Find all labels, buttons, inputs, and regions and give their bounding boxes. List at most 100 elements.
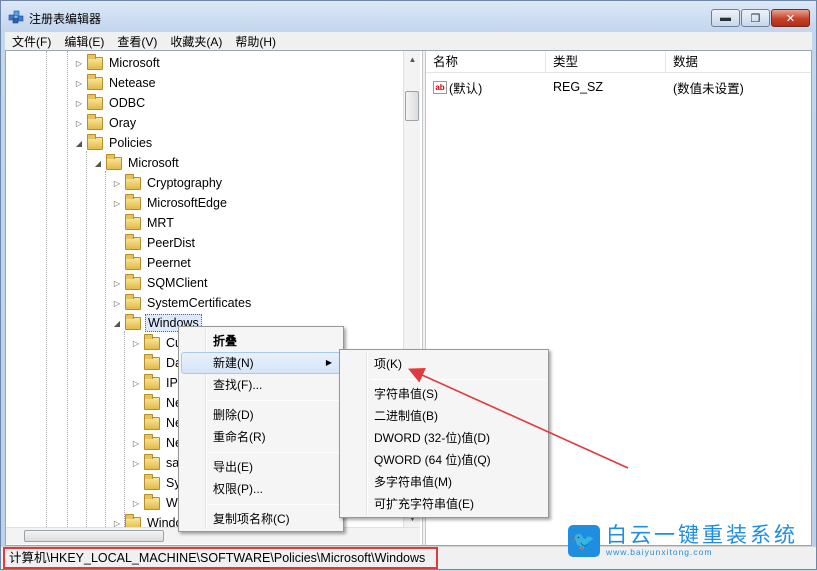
tree-node-systemcertificates[interactable]: ▷ SystemCertificates xyxy=(112,293,253,313)
column-header-name[interactable]: 名称 xyxy=(426,51,546,73)
tree-node-windows-child[interactable]: ▷ IP xyxy=(131,373,180,393)
folder-icon xyxy=(144,353,160,370)
tree-node-label: Microsoft xyxy=(128,156,179,170)
expand-arrow-icon[interactable]: ▷ xyxy=(112,179,122,188)
tree-node-peernet[interactable]: Peernet xyxy=(112,253,193,273)
expand-arrow-icon[interactable]: ▷ xyxy=(112,299,122,308)
tree-node-windows-child[interactable]: Ne xyxy=(131,413,184,433)
menu-view[interactable]: 查看(V) xyxy=(110,33,163,50)
value-type: REG_SZ xyxy=(553,80,604,94)
scroll-thumb[interactable] xyxy=(24,530,164,542)
expand-arrow-icon[interactable]: ▷ xyxy=(112,199,122,208)
tree-node-windows-child[interactable]: Ne xyxy=(131,393,184,413)
folder-icon xyxy=(87,73,103,90)
value-row[interactable]: ab (默认) REG_SZ (数值未设置) xyxy=(426,77,811,97)
menu-separator xyxy=(209,400,341,401)
tree-node-sqmclient[interactable]: ▷ SQMClient xyxy=(112,273,209,293)
scroll-up-icon[interactable]: ▲ xyxy=(404,51,421,68)
column-header-type[interactable]: 类型 xyxy=(546,51,666,73)
submenu-item-qword-value[interactable]: QWORD (64 位)值(Q) xyxy=(342,449,546,471)
tree-node-oray[interactable]: ▷ Oray xyxy=(74,113,138,133)
expand-arrow-icon[interactable]: ▷ xyxy=(131,459,141,468)
tree-node-microsoftedge[interactable]: ▷ MicrosoftEdge xyxy=(112,193,229,213)
collapse-arrow-icon[interactable]: ◢ xyxy=(93,159,103,168)
submenu-item-dword-value[interactable]: DWORD (32-位)值(D) xyxy=(342,427,546,449)
folder-icon xyxy=(125,213,141,230)
collapse-arrow-icon[interactable]: ◢ xyxy=(74,139,84,148)
menu-separator xyxy=(209,504,341,505)
expand-arrow-icon[interactable]: ▷ xyxy=(74,119,84,128)
folder-icon xyxy=(125,173,141,190)
bird-logo-icon: 🐦 xyxy=(568,525,600,557)
tree-node-windows-child[interactable]: ▷ Cu xyxy=(131,333,184,353)
tree-node-netease[interactable]: ▷ Netease xyxy=(74,73,158,93)
context-item-find[interactable]: 查找(F)... xyxy=(181,374,341,396)
expand-arrow-icon[interactable]: ▷ xyxy=(131,379,141,388)
menu-bar: 文件(F) 编辑(E) 查看(V) 收藏夹(A) 帮助(H) xyxy=(5,32,812,50)
submenu-item-expandable-string-value[interactable]: 可扩充字符串值(E) xyxy=(342,493,546,515)
registry-editor-window: 注册表编辑器 ▬ ❐ ✕ 文件(F) 编辑(E) 查看(V) 收藏夹(A) 帮助… xyxy=(0,0,817,570)
submenu-item-string-value[interactable]: 字符串值(S) xyxy=(342,383,546,405)
value-name-cell: ab (默认) xyxy=(426,78,546,97)
folder-icon xyxy=(144,473,160,490)
context-menu: 折叠 新建(N) ▶ 查找(F)... 删除(D) 重命名(R) 导出(E) 权… xyxy=(178,326,344,532)
tree-node-peerdist[interactable]: PeerDist xyxy=(112,233,197,253)
expand-arrow-icon[interactable]: ▷ xyxy=(131,439,141,448)
context-item-rename[interactable]: 重命名(R) xyxy=(181,426,341,448)
menu-separator xyxy=(370,379,546,380)
folder-icon xyxy=(87,133,103,150)
minimize-button[interactable]: ▬ xyxy=(711,9,740,27)
watermark-url: www.baiyunxitong.com xyxy=(606,547,713,557)
submenu-item-multi-string-value[interactable]: 多字符串值(M) xyxy=(342,471,546,493)
context-item-collapse[interactable]: 折叠 xyxy=(181,330,341,352)
menu-edit[interactable]: 编辑(E) xyxy=(57,33,110,50)
expand-arrow-icon[interactable]: ▷ xyxy=(74,59,84,68)
tree-node-windows-child[interactable]: ▷ sa xyxy=(131,453,181,473)
tree-node-cryptography[interactable]: ▷ Cryptography xyxy=(112,173,224,193)
tree-node-windows-child[interactable]: Sy xyxy=(131,473,183,493)
tree-node-windows-child[interactable]: Da xyxy=(131,353,184,373)
context-item-permissions[interactable]: 权限(P)... xyxy=(181,478,341,500)
close-button[interactable]: ✕ xyxy=(771,9,810,27)
tree-node-odbc[interactable]: ▷ ODBC xyxy=(74,93,147,113)
context-item-delete[interactable]: 删除(D) xyxy=(181,404,341,426)
tree-node-windows-child[interactable]: ▷ W xyxy=(131,493,180,513)
folder-icon xyxy=(87,93,103,110)
tree-node-policies-microsoft[interactable]: ◢ Microsoft xyxy=(93,153,181,173)
menu-file[interactable]: 文件(F) xyxy=(5,33,57,50)
folder-icon xyxy=(87,113,103,130)
submenu-item-binary-value[interactable]: 二进制值(B) xyxy=(342,405,546,427)
collapse-arrow-icon[interactable]: ◢ xyxy=(112,319,122,328)
context-item-copy-key-name[interactable]: 复制项名称(C) xyxy=(181,508,341,530)
close-icon: ✕ xyxy=(785,12,796,25)
tree-node-policies[interactable]: ◢ Policies xyxy=(74,133,154,153)
menu-separator xyxy=(209,452,341,453)
watermark: 🐦 白云一键重装系统 www.baiyunxitong.com xyxy=(568,525,813,557)
menu-help[interactable]: 帮助(H) xyxy=(228,33,282,50)
scroll-thumb[interactable] xyxy=(405,91,419,121)
tree-node-label: Netease xyxy=(109,76,156,90)
context-item-new[interactable]: 新建(N) ▶ xyxy=(181,352,341,374)
title-bar[interactable]: 注册表编辑器 ▬ ❐ ✕ xyxy=(1,1,816,33)
expand-arrow-icon[interactable]: ▷ xyxy=(74,99,84,108)
tree-node-label: Microsoft xyxy=(109,56,160,70)
expand-arrow-icon[interactable]: ▷ xyxy=(131,339,141,348)
maximize-button[interactable]: ❐ xyxy=(741,9,770,27)
folder-icon xyxy=(125,313,141,330)
expand-arrow-icon[interactable]: ▷ xyxy=(112,279,122,288)
submenu-item-key[interactable]: 项(K) xyxy=(342,353,546,375)
context-item-export[interactable]: 导出(E) xyxy=(181,456,341,478)
status-path: 计算机\HKEY_LOCAL_MACHINE\SOFTWARE\Policies… xyxy=(3,547,438,569)
column-header-data[interactable]: 数据 xyxy=(666,51,811,73)
regedit-app-icon xyxy=(8,10,24,24)
tree-node-mrt[interactable]: MRT xyxy=(112,213,176,233)
folder-icon xyxy=(125,273,141,290)
tree-node-microsoft[interactable]: ▷ Microsoft xyxy=(74,53,162,73)
expand-arrow-icon[interactable]: ▷ xyxy=(131,499,141,508)
tree-node-windows-child[interactable]: ▷ Ne xyxy=(131,433,184,453)
expand-arrow-icon[interactable]: ▷ xyxy=(74,79,84,88)
menu-favorites[interactable]: 收藏夹(A) xyxy=(163,33,228,50)
watermark-text: 白云一键重装系统 www.baiyunxitong.com xyxy=(606,525,798,558)
folder-icon xyxy=(144,493,160,510)
folder-icon xyxy=(125,193,141,210)
